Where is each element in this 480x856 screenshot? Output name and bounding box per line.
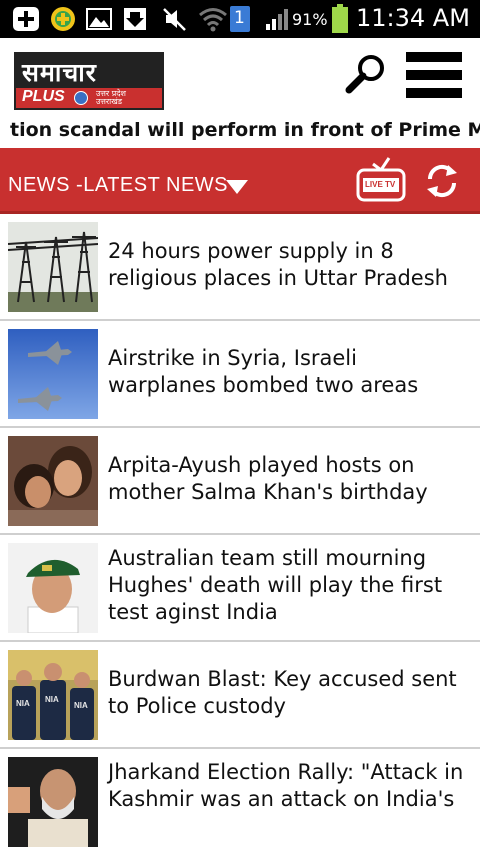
chevron-down-icon[interactable] [226,180,248,194]
globe-icon [74,91,88,105]
ticker-text: tion scandal will perform in front of Pr… [10,119,480,141]
news-headline: Jharkand Election Rally: "Attack in Kash… [108,760,464,811]
hamburger-menu-icon-bar [406,88,462,98]
gallery-icon [86,6,112,36]
search-icon [345,55,384,94]
news-headline: Airstrike in Syria, Israeli warplanes bo… [108,346,419,397]
clock: 11:34 AM [356,4,470,32]
status-bar: 1 91% 11:34 AM [0,0,480,38]
refresh-button[interactable] [424,162,460,200]
search-button[interactable] [344,52,388,96]
live-tv-text: LIVE TV [365,180,395,189]
svg-text:NIA: NIA [45,695,59,704]
svg-text:NIA: NIA [16,699,30,708]
logo-bottom-band: PLUS उत्तर प्रदेश उत्तराखंड [16,88,162,108]
fighter-jets-thumbnail [8,329,98,419]
logo-region-line2: उत्तराखंड [96,97,123,106]
logo-region-text: उत्तर प्रदेश उत्तराखंड [96,90,126,106]
battery-icon [331,4,349,38]
news-list-item[interactable]: 24 hours power supply in 8 religious pla… [0,214,480,321]
category-dropdown-label[interactable]: NEWS -LATEST NEWS [8,174,228,197]
couple-photo-thumbnail [8,436,98,526]
refresh-icon [427,164,457,198]
menu-button[interactable] [406,52,462,100]
news-list-item[interactable]: Australian team still mourning Hughes' d… [0,535,480,642]
hamburger-menu-icon-bar [406,52,462,62]
nia-officers-thumbnail: NIA NIA NIA [8,650,98,740]
app-header: समाचार PLUS उत्तर प्रदेश उत्तराखंड [0,38,480,116]
battery-percent: 91% [292,10,328,29]
download-icon [122,6,148,36]
news-list-item[interactable]: Arpita-Ayush played hosts on mother Salm… [0,428,480,535]
mute-icon [162,6,188,36]
cricketer-thumbnail [8,543,98,633]
category-bar: NEWS -LATEST NEWS LIVE TV [0,148,480,214]
wifi-icon [198,6,228,36]
live-label: LIVE [365,180,383,189]
add-icon [12,6,40,36]
tv-label: TV [385,180,396,189]
sim-badge-number: 1 [234,8,245,28]
logo-plus-text: PLUS [22,88,65,105]
news-headline: Australian team still mourning Hughes' d… [108,546,443,624]
plus-badge-icon [50,6,76,36]
app-logo[interactable]: समाचार PLUS उत्तर प्रदेश उत्तराखंड [14,52,164,110]
power-towers-thumbnail [8,222,98,312]
svg-text:NIA: NIA [74,701,88,710]
news-headline: Arpita-Ayush played hosts on mother Salm… [108,453,428,504]
news-headline: Burdwan Blast: Key accused sent to Polic… [108,667,457,718]
news-list-item[interactable]: Jharkand Election Rally: "Attack in Kash… [0,749,480,856]
news-headline: 24 hours power supply in 8 religious pla… [108,239,448,290]
signal-icon [264,6,292,36]
live-tv-button[interactable]: LIVE TV [355,154,407,204]
logo-top-band: समाचार [16,54,162,88]
politician-thumbnail [8,757,98,847]
live-tv-icon [356,157,406,202]
news-list-item[interactable]: Airstrike in Syria, Israeli warplanes bo… [0,321,480,428]
news-ticker[interactable]: tion scandal will perform in front of Pr… [0,116,480,148]
news-list-item[interactable]: NIA NIA NIA Burdwan Blast: Key accused sen… [0,642,480,749]
logo-main-text: समाचार [22,58,97,87]
hamburger-menu-icon-bar [406,70,462,80]
